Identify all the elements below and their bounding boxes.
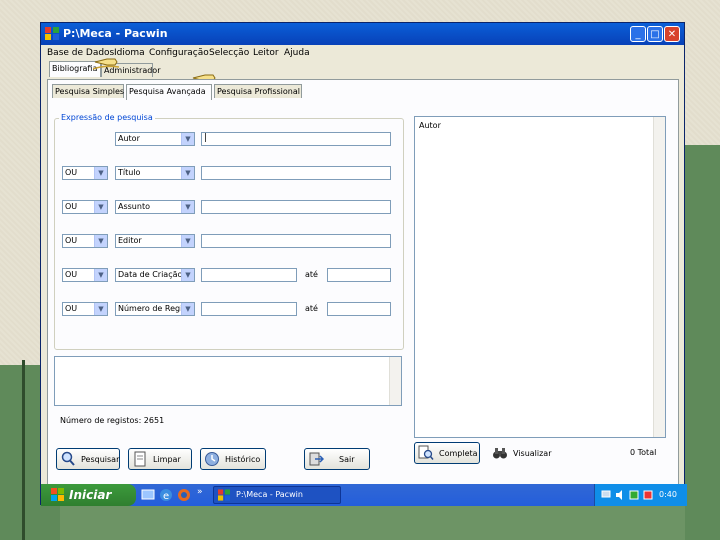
menu-leitor[interactable]: Leitor — [253, 48, 279, 58]
operator-combo[interactable]: OU ▼ — [62, 268, 108, 282]
pointing-hand-icon — [93, 58, 119, 70]
chevron-down-icon: ▼ — [181, 167, 194, 179]
background-decor — [22, 360, 25, 540]
historico-button[interactable]: Histórico — [200, 448, 266, 470]
search-term-input[interactable] — [201, 200, 391, 214]
search-expression-group: Expressão de pesquisa Autor ▼ | OU ▼ Títul… — [54, 113, 404, 350]
svg-text:e: e — [163, 491, 169, 502]
volume-icon[interactable] — [615, 489, 625, 501]
search-term-input[interactable] — [201, 166, 391, 180]
window-title: P:\Meca - Pacwin — [63, 27, 168, 40]
show-desktop-icon[interactable] — [141, 488, 155, 502]
tab-pesquisa-simples[interactable]: Pesquisa Simples — [52, 84, 124, 98]
field-combo[interactable]: Data de Criação ▼ — [115, 268, 195, 282]
field-combo[interactable]: Título ▼ — [115, 166, 195, 180]
taskbar-app-pacwin[interactable]: P:\Meca - Pacwin — [213, 486, 341, 504]
chevron-down-icon: ▼ — [181, 235, 194, 247]
network-icon[interactable] — [601, 489, 611, 501]
chevron-down-icon: ▼ — [181, 303, 194, 315]
chevron-down-icon: ▼ — [181, 201, 194, 213]
chevron-down-icon: ▼ — [181, 269, 194, 281]
scrollbar[interactable] — [389, 357, 401, 405]
tab-pesquisa-profissional[interactable]: Pesquisa Profissional — [214, 84, 302, 98]
history-icon — [205, 452, 219, 466]
minimize-button[interactable]: _ — [630, 26, 646, 42]
results-list[interactable]: Autor — [414, 116, 666, 438]
magnifier-page-icon — [418, 445, 434, 460]
tray-app-icon[interactable] — [643, 489, 653, 501]
pesquisar-button[interactable]: Pesquisar — [56, 448, 120, 470]
field-combo[interactable]: Editor ▼ — [115, 234, 195, 248]
close-button[interactable]: ✕ — [664, 26, 680, 42]
number-from-input[interactable] — [201, 302, 297, 316]
visualizar-button[interactable]: Visualizar — [488, 442, 554, 464]
scrollbar[interactable] — [653, 117, 665, 437]
windows-logo-icon — [51, 488, 64, 501]
menu-ajuda[interactable]: Ajuda — [284, 48, 310, 58]
taskbar: Iniciar e » P:\Meca - Pacwin 0:40 — [41, 484, 687, 506]
number-to-input[interactable] — [327, 302, 391, 316]
app-icon — [45, 27, 59, 40]
main-panel: Pesquisa Simples Pesquisa Avançada Pesqu… — [47, 79, 679, 497]
menu-seleccao[interactable]: Selecção — [209, 48, 249, 58]
operator-combo[interactable]: OU ▼ — [62, 234, 108, 248]
ate-label: até — [305, 304, 318, 313]
date-from-input[interactable] — [201, 268, 297, 282]
records-count: Número de registos: 2651 — [60, 416, 165, 425]
chevron-down-icon: ▼ — [181, 133, 194, 145]
clock: 0:40 — [659, 490, 677, 499]
app-window: P:\Meca - Pacwin _ □ ✕ Base de Dados Idi… — [40, 22, 687, 506]
search-term-input[interactable]: | — [201, 132, 391, 146]
background-decor — [685, 145, 720, 540]
tab-pesquisa-avancada[interactable]: Pesquisa Avançada — [126, 84, 212, 100]
chevron-down-icon: ▼ — [94, 269, 107, 281]
operator-combo[interactable]: OU ▼ — [62, 166, 108, 180]
chevron-down-icon: ▼ — [94, 235, 107, 247]
sair-button[interactable]: Sair — [304, 448, 370, 470]
field-combo[interactable]: Autor ▼ — [115, 132, 195, 146]
antivirus-icon[interactable] — [629, 489, 639, 501]
field-combo[interactable]: Número de Regi ▼ — [115, 302, 195, 316]
binoculars-icon — [493, 448, 507, 459]
quick-launch-chevron[interactable]: » — [197, 487, 203, 497]
search-expression-label: Expressão de pesquisa — [59, 113, 155, 122]
clear-page-icon — [134, 451, 146, 467]
completa-button[interactable]: Completa — [414, 442, 480, 464]
magnifier-icon — [61, 451, 75, 466]
operator-combo[interactable]: OU ▼ — [62, 302, 108, 316]
title-bar[interactable]: P:\Meca - Pacwin _ □ ✕ — [41, 23, 684, 45]
limpar-button[interactable]: Limpar — [128, 448, 192, 470]
firefox-icon[interactable] — [177, 488, 191, 502]
chevron-down-icon: ▼ — [94, 303, 107, 315]
menu-configuracao[interactable]: Configuração — [149, 48, 209, 58]
date-to-input[interactable] — [327, 268, 391, 282]
maximize-button[interactable]: □ — [647, 26, 663, 42]
chevron-down-icon: ▼ — [94, 201, 107, 213]
app-icon — [218, 489, 230, 501]
start-button[interactable]: Iniciar — [41, 484, 136, 506]
search-term-input[interactable] — [201, 234, 391, 248]
exit-icon — [309, 452, 324, 466]
system-tray: 0:40 — [594, 484, 687, 506]
ate-label: até — [305, 270, 318, 279]
results-header: Autor — [419, 121, 441, 130]
results-total: 0 Total — [630, 448, 657, 457]
field-combo[interactable]: Assunto ▼ — [115, 200, 195, 214]
internet-explorer-icon[interactable]: e — [159, 488, 173, 502]
operator-combo[interactable]: OU ▼ — [62, 200, 108, 214]
background-decor — [60, 505, 685, 540]
menu-bar: Base de Dados Idioma Configuração Selecç… — [41, 45, 684, 62]
chevron-down-icon: ▼ — [94, 167, 107, 179]
expression-preview[interactable] — [54, 356, 402, 406]
